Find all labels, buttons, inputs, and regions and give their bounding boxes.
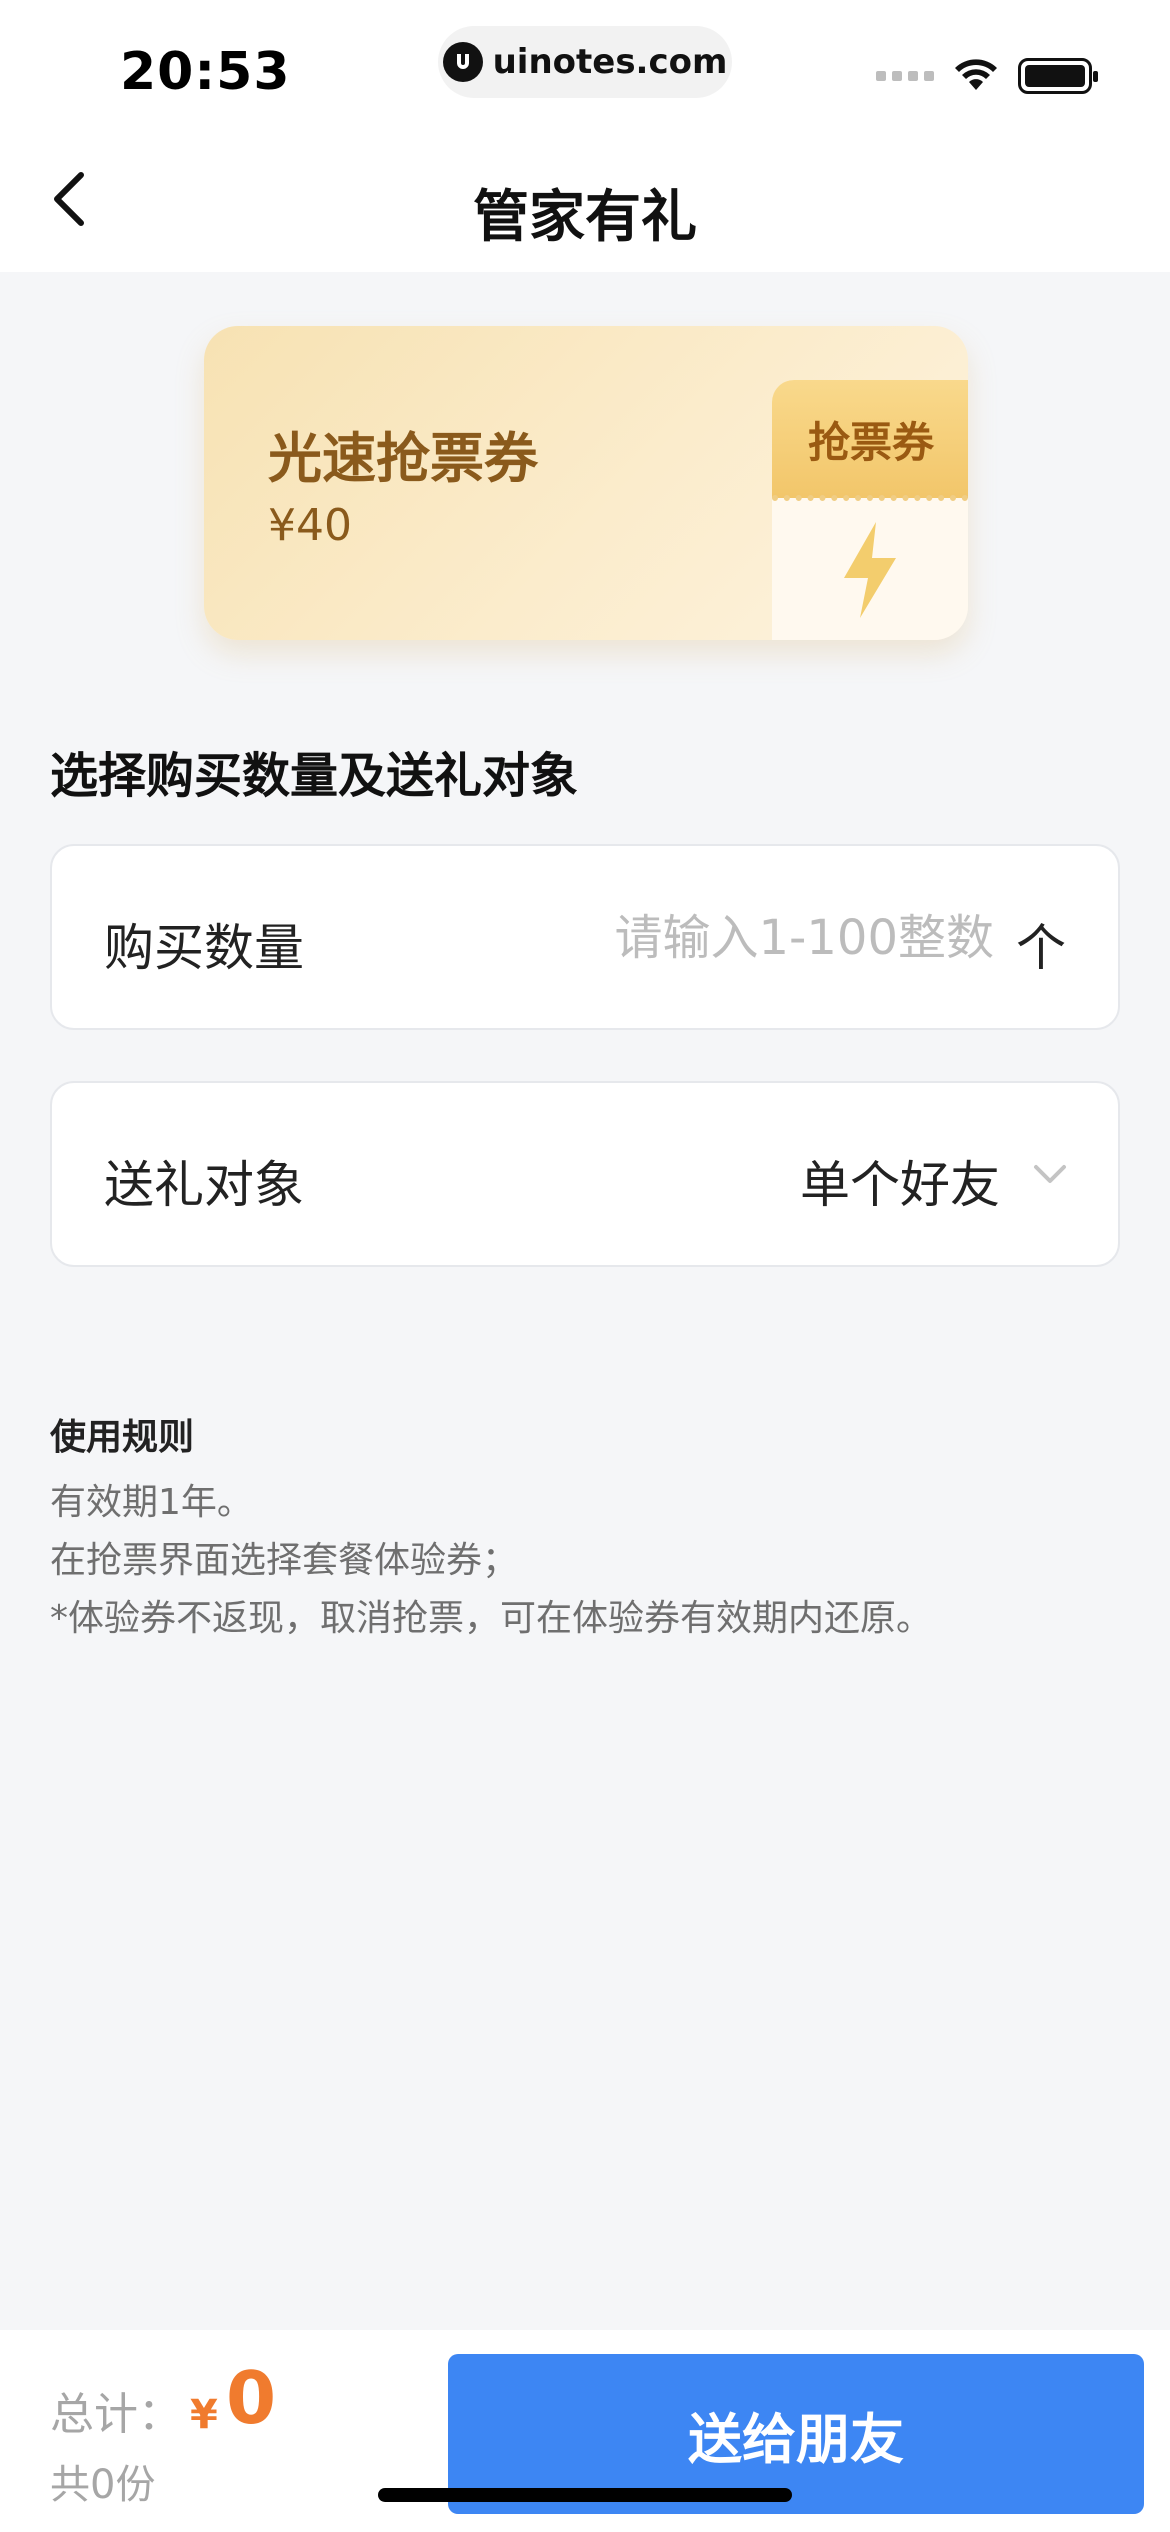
home-indicator [378, 2488, 792, 2502]
chevron-down-icon [1028, 1153, 1072, 1197]
coupon-tab-label: 抢票券 [808, 417, 935, 467]
coupon-name: 光速抢票券 [268, 427, 538, 490]
status-time: 20:53 [120, 42, 291, 102]
gift-target-select[interactable]: 送礼对象 单个好友 [50, 1081, 1120, 1267]
section-heading: 选择购买数量及送礼对象 [50, 748, 579, 804]
total-count: 共0份 [50, 2462, 156, 2508]
coupon-price: ¥40 [268, 500, 352, 551]
url-text: uinotes.com [492, 42, 728, 82]
quantity-unit: 个 [1016, 919, 1066, 977]
gift-target-label: 送礼对象 [104, 1156, 304, 1214]
battery-icon [1018, 58, 1098, 94]
status-bar: 20:53 uinotes.com [0, 0, 1170, 130]
coupon-tab: 抢票券 [772, 380, 968, 640]
gift-target-value: 单个好友 [800, 1156, 1000, 1214]
coupon-card: 光速抢票券 ¥40 抢票券 [204, 326, 968, 640]
url-pill[interactable]: uinotes.com [438, 26, 732, 98]
site-logo-icon [442, 42, 483, 82]
nav-bar: 管家有礼 [0, 130, 1170, 272]
lightning-icon [838, 520, 902, 624]
quantity-row: 购买数量 个 [50, 844, 1120, 1030]
cellular-signal-icon [876, 71, 934, 81]
quantity-input[interactable] [564, 898, 994, 978]
rules-line: 在抢票界面选择套餐体验券； [50, 1540, 519, 1581]
total-currency: ¥ [190, 2392, 218, 2438]
page: 20:53 uinotes.com 管家有礼 光速抢票券 ¥40 抢票券 选择购… [0, 0, 1170, 2532]
rules-title: 使用规则 [50, 1417, 195, 1458]
coupon-divider [772, 495, 968, 501]
page-title: 管家有礼 [473, 185, 697, 250]
rules-line: 有效期1年。 [50, 1482, 253, 1523]
rules-line: *体验券不返现，取消抢票，可在体验券有效期内还原。 [50, 1598, 933, 1639]
usage-rules: 使用规则 有效期1年。 在抢票界面选择套餐体验券； *体验券不返现，取消抢票，可… [50, 1408, 932, 1648]
total-label: 总计： [50, 2389, 182, 2440]
status-indicators [876, 56, 1098, 96]
wifi-icon [952, 56, 1000, 96]
quantity-label: 购买数量 [104, 919, 304, 977]
total-amount: 0 [226, 2356, 277, 2440]
